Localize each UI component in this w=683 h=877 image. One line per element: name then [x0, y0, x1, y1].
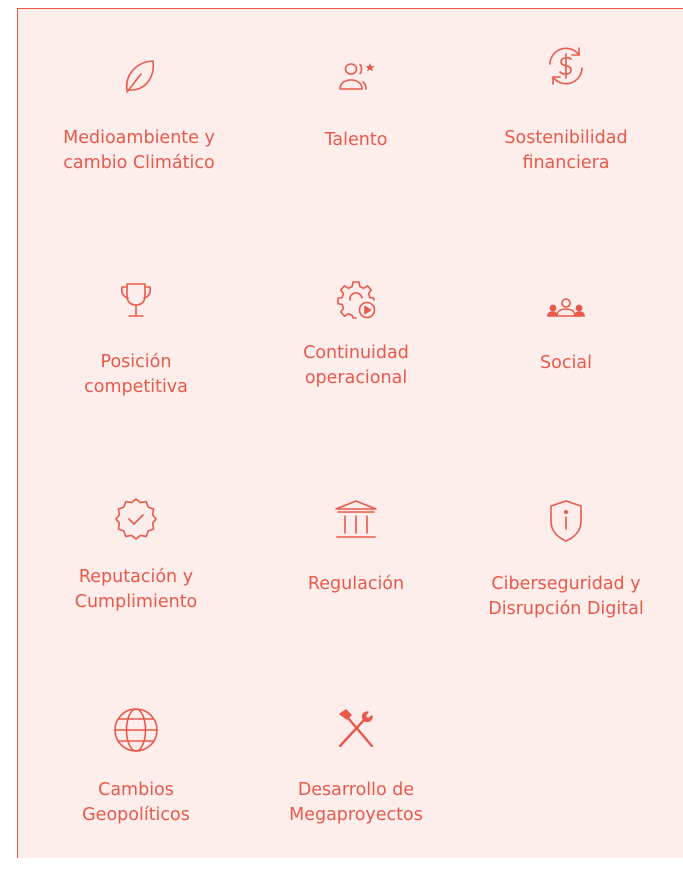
- category-posicion[interactable]: Posición competitiva: [36, 276, 236, 400]
- shield-info-icon: [542, 497, 590, 545]
- category-ciberseguridad[interactable]: Ciberseguridad y Disrupción Digital: [466, 497, 666, 622]
- category-social[interactable]: Social: [466, 286, 666, 376]
- category-label: Ciberseguridad y Disrupción Digital: [488, 574, 644, 619]
- group-icon: [542, 286, 590, 334]
- category-label: Sostenibilidad financiera: [504, 128, 628, 173]
- category-talento[interactable]: Talento: [256, 52, 456, 153]
- category-label: Regulación: [307, 574, 405, 594]
- risk-categories-panel: Medioambiente y cambio Climático Talento: [17, 8, 683, 858]
- category-regulacion[interactable]: Regulación: [256, 497, 456, 597]
- category-label: Continuidad operacional: [303, 343, 409, 388]
- category-label: Cambios Geopolíticos: [82, 780, 190, 825]
- category-continuidad[interactable]: Continuidad operacional: [256, 276, 456, 391]
- category-label: Desarrollo de Megaproyectos: [289, 780, 423, 825]
- category-label: Talento: [324, 130, 388, 150]
- gear-play-icon: [332, 276, 380, 324]
- people-star-icon: [332, 52, 380, 100]
- badge-check-icon: [112, 494, 160, 542]
- category-sostenibilidad[interactable]: Sostenibilidad financiera: [466, 42, 666, 176]
- category-medioambiente[interactable]: Medioambiente y cambio Climático: [39, 52, 239, 176]
- category-label: Social: [540, 353, 592, 373]
- category-label: Medioambiente y cambio Climático: [63, 128, 215, 173]
- category-label: Posición competitiva: [84, 352, 188, 397]
- globe-icon: [112, 706, 160, 754]
- dollar-cycle-icon: [542, 42, 590, 90]
- category-reputacion[interactable]: Reputación y Cumplimiento: [36, 494, 236, 615]
- category-geopoliticos[interactable]: Cambios Geopolíticos: [36, 706, 236, 828]
- category-label: Reputación y Cumplimiento: [74, 567, 198, 612]
- trophy-icon: [112, 276, 160, 324]
- category-megaproyectos[interactable]: Desarrollo de Megaproyectos: [256, 706, 456, 828]
- institution-icon: [332, 497, 380, 545]
- leaf-icon: [115, 52, 163, 100]
- tools-icon: [332, 706, 380, 754]
